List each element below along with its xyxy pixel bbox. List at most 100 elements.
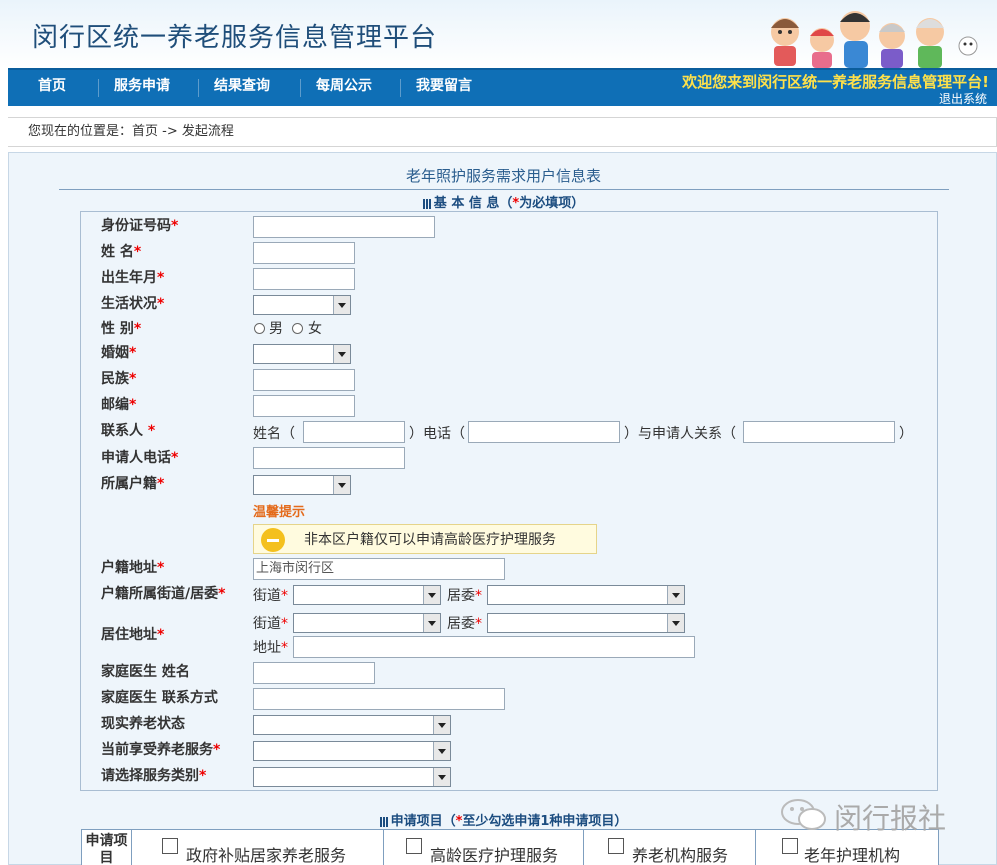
name-input[interactable] <box>253 242 355 264</box>
doctor-contact-input[interactable] <box>253 688 505 710</box>
basic-info-box: 身份证号码* 姓 名* 出生年月* 生活状况* 性 别* 男 女 婚姻* 民族*… <box>80 211 938 791</box>
label-id-number: 身份证号码* <box>101 218 179 234</box>
care-status-select[interactable] <box>253 715 451 735</box>
project-cell: 高龄医疗护理服务 <box>384 830 584 865</box>
nav-weekly-notice[interactable]: 每周公示 <box>316 76 372 96</box>
nav-leave-message[interactable]: 我要留言 <box>416 76 472 96</box>
label-doctor-name: 家庭医生 姓名 <box>101 664 190 680</box>
hukou-street-label: 街道* <box>253 588 288 604</box>
breadcrumb: 您现在的位置是：首页 -> 发起流程 <box>8 117 997 147</box>
residence-street-select[interactable] <box>293 613 441 633</box>
hint-box: 非本区户籍仅可以申请高龄医疗护理服务 <box>253 524 597 554</box>
chevron-down-icon <box>338 303 346 308</box>
chevron-down-icon <box>428 621 436 626</box>
gender-female-radio[interactable] <box>292 323 303 334</box>
hukou-committee-select[interactable] <box>487 585 685 605</box>
label-care-status: 现实养老状态 <box>101 716 185 732</box>
project-checkbox-institution[interactable] <box>608 838 624 854</box>
label-birth: 出生年月* <box>101 270 165 286</box>
id-number-input[interactable] <box>253 216 435 238</box>
nav-divider <box>198 79 199 97</box>
project-label: 政府补贴居家养老服务 <box>186 846 347 865</box>
label-living-status: 生活状况* <box>101 296 165 312</box>
label-postcode: 邮编* <box>101 397 137 413</box>
gender-female-label: 女 <box>308 321 322 337</box>
title-divider <box>59 189 949 190</box>
household-select[interactable] <box>253 475 351 495</box>
residence-committee-label: 居委* <box>447 616 482 632</box>
applicant-phone-input[interactable] <box>253 447 405 469</box>
residence-address-input[interactable] <box>293 636 695 658</box>
minus-circle-icon <box>261 528 285 552</box>
basic-info-heading: 基 本 信 息（*为必填项） <box>9 192 997 211</box>
label-contact: 联系人 * <box>101 423 156 439</box>
label-ethnicity: 民族* <box>101 371 137 387</box>
site-title: 闵行区统一养老服务信息管理平台 <box>32 23 438 53</box>
label-service-category: 请选择服务类别* <box>101 768 207 784</box>
form-panel: 老年照护服务需求用户信息表 基 本 信 息（*为必填项） 身份证号码* 姓 名*… <box>8 152 997 865</box>
contact-close-paren: ） <box>899 426 913 442</box>
chevron-down-icon <box>428 593 436 598</box>
project-cell: 政府补贴居家养老服务 <box>132 830 384 865</box>
doctor-name-input[interactable] <box>253 662 375 684</box>
project-checkbox-medical-care[interactable] <box>406 838 422 854</box>
label-name: 姓 名* <box>101 244 142 260</box>
watermark-text: 闵行报社 <box>834 802 947 835</box>
current-service-select[interactable] <box>253 741 451 761</box>
contact-name-input[interactable] <box>303 421 405 443</box>
contact-relation-input[interactable] <box>743 421 895 443</box>
contact-phone-input[interactable] <box>468 421 620 443</box>
project-label: 老年护理机构 <box>804 846 901 865</box>
hukou-address-input[interactable]: 上海市闵行区 <box>253 558 505 580</box>
label-hukou-street: 户籍所属街道/居委* <box>101 586 226 602</box>
nav-service-apply[interactable]: 服务申请 <box>114 76 170 96</box>
contact-name-label: 姓名（ <box>253 426 295 442</box>
gender-male-label: 男 <box>269 321 283 337</box>
label-current-service: 当前享受养老服务* <box>101 742 221 758</box>
chevron-down-icon <box>438 723 446 728</box>
chevron-down-icon <box>672 621 680 626</box>
nav-divider <box>400 79 401 97</box>
marriage-select[interactable] <box>253 344 351 364</box>
hukou-committee-label: 居委* <box>447 588 482 604</box>
form-title: 老年照护服务需求用户信息表 <box>405 167 601 185</box>
logout-link[interactable]: 退出系统 <box>939 90 987 107</box>
nav-divider <box>98 79 99 97</box>
label-applicant-phone: 申请人电话* <box>101 450 179 466</box>
residence-address-label: 地址* <box>253 640 288 656</box>
elderly-cartoon-logo <box>771 11 978 68</box>
contact-phone-label: ）电话（ <box>409 426 465 442</box>
project-label: 高龄医疗护理服务 <box>430 846 559 865</box>
wechat-watermark: 闵行报社 <box>780 795 970 835</box>
bars-icon <box>422 198 431 209</box>
site-header: 闵行区统一养老服务信息管理平台 <box>0 0 997 68</box>
project-checkbox-nursing-home[interactable] <box>782 838 798 854</box>
residence-street-label: 街道* <box>253 616 288 632</box>
hukou-street-select[interactable] <box>293 585 441 605</box>
projects-head: 申请项目 <box>82 830 132 865</box>
main-navbar: 首页 服务申请 结果查询 每周公示 我要留言 欢迎您来到闵行区统一养老服务信息管… <box>8 68 997 106</box>
gender-male-radio[interactable] <box>254 323 265 334</box>
bars-icon <box>379 816 388 827</box>
birth-input[interactable] <box>253 268 355 290</box>
residence-committee-select[interactable] <box>487 613 685 633</box>
label-household: 所属户籍* <box>101 476 165 492</box>
project-cell: 养老机构服务 <box>584 830 756 865</box>
nav-result-query[interactable]: 结果查询 <box>214 76 270 96</box>
project-checkbox-home-care[interactable] <box>162 838 178 854</box>
chevron-down-icon <box>338 483 346 488</box>
hint-title: 温馨提示 <box>253 505 306 520</box>
nav-divider <box>300 79 301 97</box>
project-label: 养老机构服务 <box>632 846 729 865</box>
postcode-input[interactable] <box>253 395 355 417</box>
chevron-down-icon <box>672 593 680 598</box>
living-status-select[interactable] <box>253 295 351 315</box>
hint-text: 非本区户籍仅可以申请高龄医疗护理服务 <box>304 532 556 548</box>
service-category-select[interactable] <box>253 767 451 787</box>
nav-home[interactable]: 首页 <box>38 76 66 96</box>
label-residence: 居住地址* <box>101 627 165 643</box>
label-gender: 性 别* <box>101 321 142 337</box>
welcome-text: 欢迎您来到闵行区统一养老服务信息管理平台! <box>682 73 989 91</box>
ethnicity-input[interactable] <box>253 369 355 391</box>
chevron-down-icon <box>438 775 446 780</box>
